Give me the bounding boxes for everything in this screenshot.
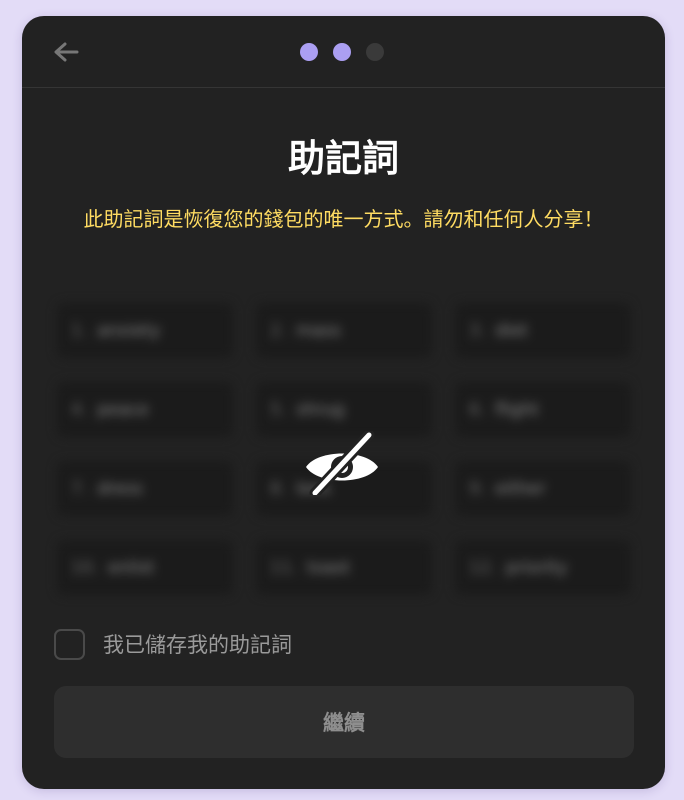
step-dot-3 [366, 43, 384, 61]
seed-word-text: toast [307, 557, 351, 578]
seed-word-cell: 2. mass [256, 303, 432, 358]
seed-word-cell: 4. peace [57, 382, 233, 437]
step-dot-1 [300, 43, 318, 61]
seed-word-text: mass [296, 320, 341, 341]
seed-phrase-grid: 1. anxiety 2. mass 3. diet 4. peace 5. shrug 6. fli… [57, 303, 632, 596]
seed-word-cell: 6. flight [455, 382, 631, 437]
seed-word-number: 8. [270, 478, 287, 499]
seed-word-text: either [495, 478, 546, 499]
seed-word-text: flight [495, 399, 539, 420]
seed-word-text: diet [495, 320, 528, 341]
seed-word-number: 1. [71, 320, 88, 341]
seed-word-number: 4. [71, 399, 88, 420]
step-dot-2 [333, 43, 351, 61]
seed-word-number: 3. [469, 320, 486, 341]
arrow-left-icon [54, 42, 79, 62]
seed-word-text: priority [506, 557, 568, 578]
seed-word-text: peace [97, 399, 149, 420]
seed-word-number: 10. [71, 557, 99, 578]
onboarding-window: 助記詞 此助記詞是恢復您的錢包的唯一方式。請勿和任何人分享！ 1. anxiety… [22, 16, 665, 789]
saved-confirmation-row[interactable]: 我已儲存我的助記詞 [54, 627, 292, 661]
seed-word-number: 6. [469, 399, 486, 420]
back-button[interactable] [50, 37, 82, 67]
page-title: 助記詞 [288, 137, 399, 180]
continue-button[interactable]: 繼續 [54, 686, 634, 758]
seed-word-cell: 9. either [455, 461, 631, 516]
seed-word-text: shrug [296, 399, 345, 420]
seed-word-cell: 3. diet [455, 303, 631, 358]
seed-word-text: dress [97, 478, 143, 499]
seed-word-cell: 1. anxiety [57, 303, 233, 358]
seed-word-number: 7. [71, 478, 88, 499]
seed-word-number: 2. [270, 320, 287, 341]
seed-word-number: 12. [469, 557, 497, 578]
warning-text: 此助記詞是恢復您的錢包的唯一方式。請勿和任何人分享！ [83, 207, 604, 231]
header-bar [22, 16, 665, 88]
eye-slash-icon [306, 431, 378, 495]
seed-word-number: 5. [270, 399, 287, 420]
seed-word-cell: 10. enlist [57, 540, 233, 595]
seed-word-text: enlist [108, 557, 155, 578]
reveal-seed-button[interactable] [302, 428, 382, 498]
seed-word-cell: 12. priority [455, 540, 631, 595]
saved-checkbox-label: 我已儲存我的助記詞 [103, 633, 292, 657]
seed-word-number: 11. [270, 557, 298, 578]
seed-word-text: anxiety [97, 320, 161, 341]
seed-word-cell: 7. dress [57, 461, 233, 516]
saved-checkbox[interactable] [54, 628, 85, 660]
seed-word-number: 9. [469, 478, 486, 499]
step-indicator [300, 43, 384, 61]
seed-word-cell: 11. toast [256, 540, 432, 595]
